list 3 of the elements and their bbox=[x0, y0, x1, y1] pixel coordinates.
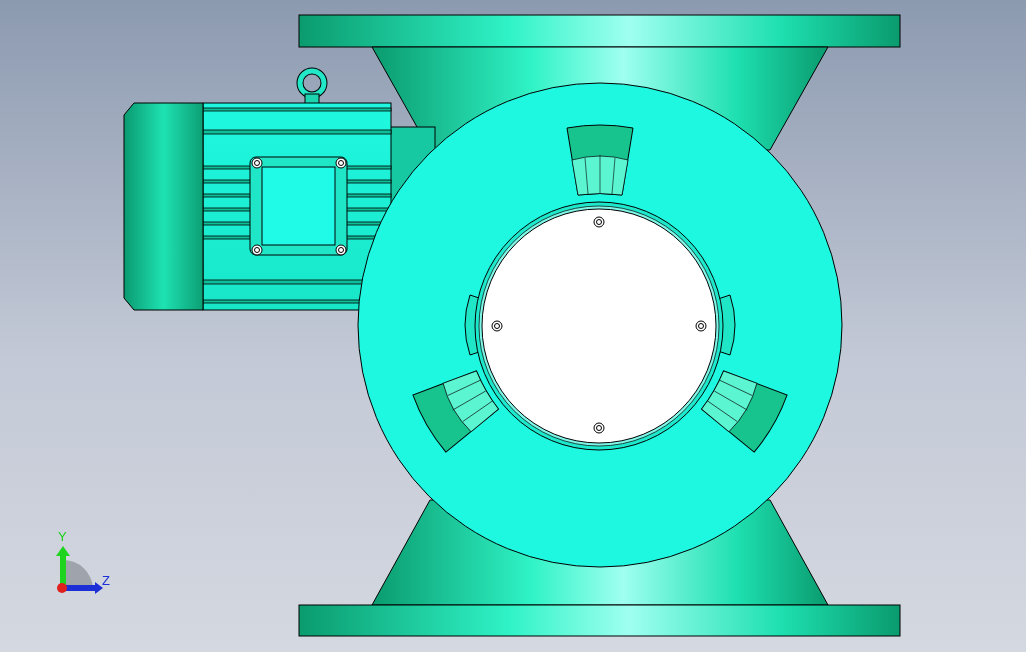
origin-icon bbox=[57, 583, 67, 593]
y-axis-label: Y bbox=[58, 530, 67, 544]
z-axis-label: Z bbox=[102, 574, 110, 588]
